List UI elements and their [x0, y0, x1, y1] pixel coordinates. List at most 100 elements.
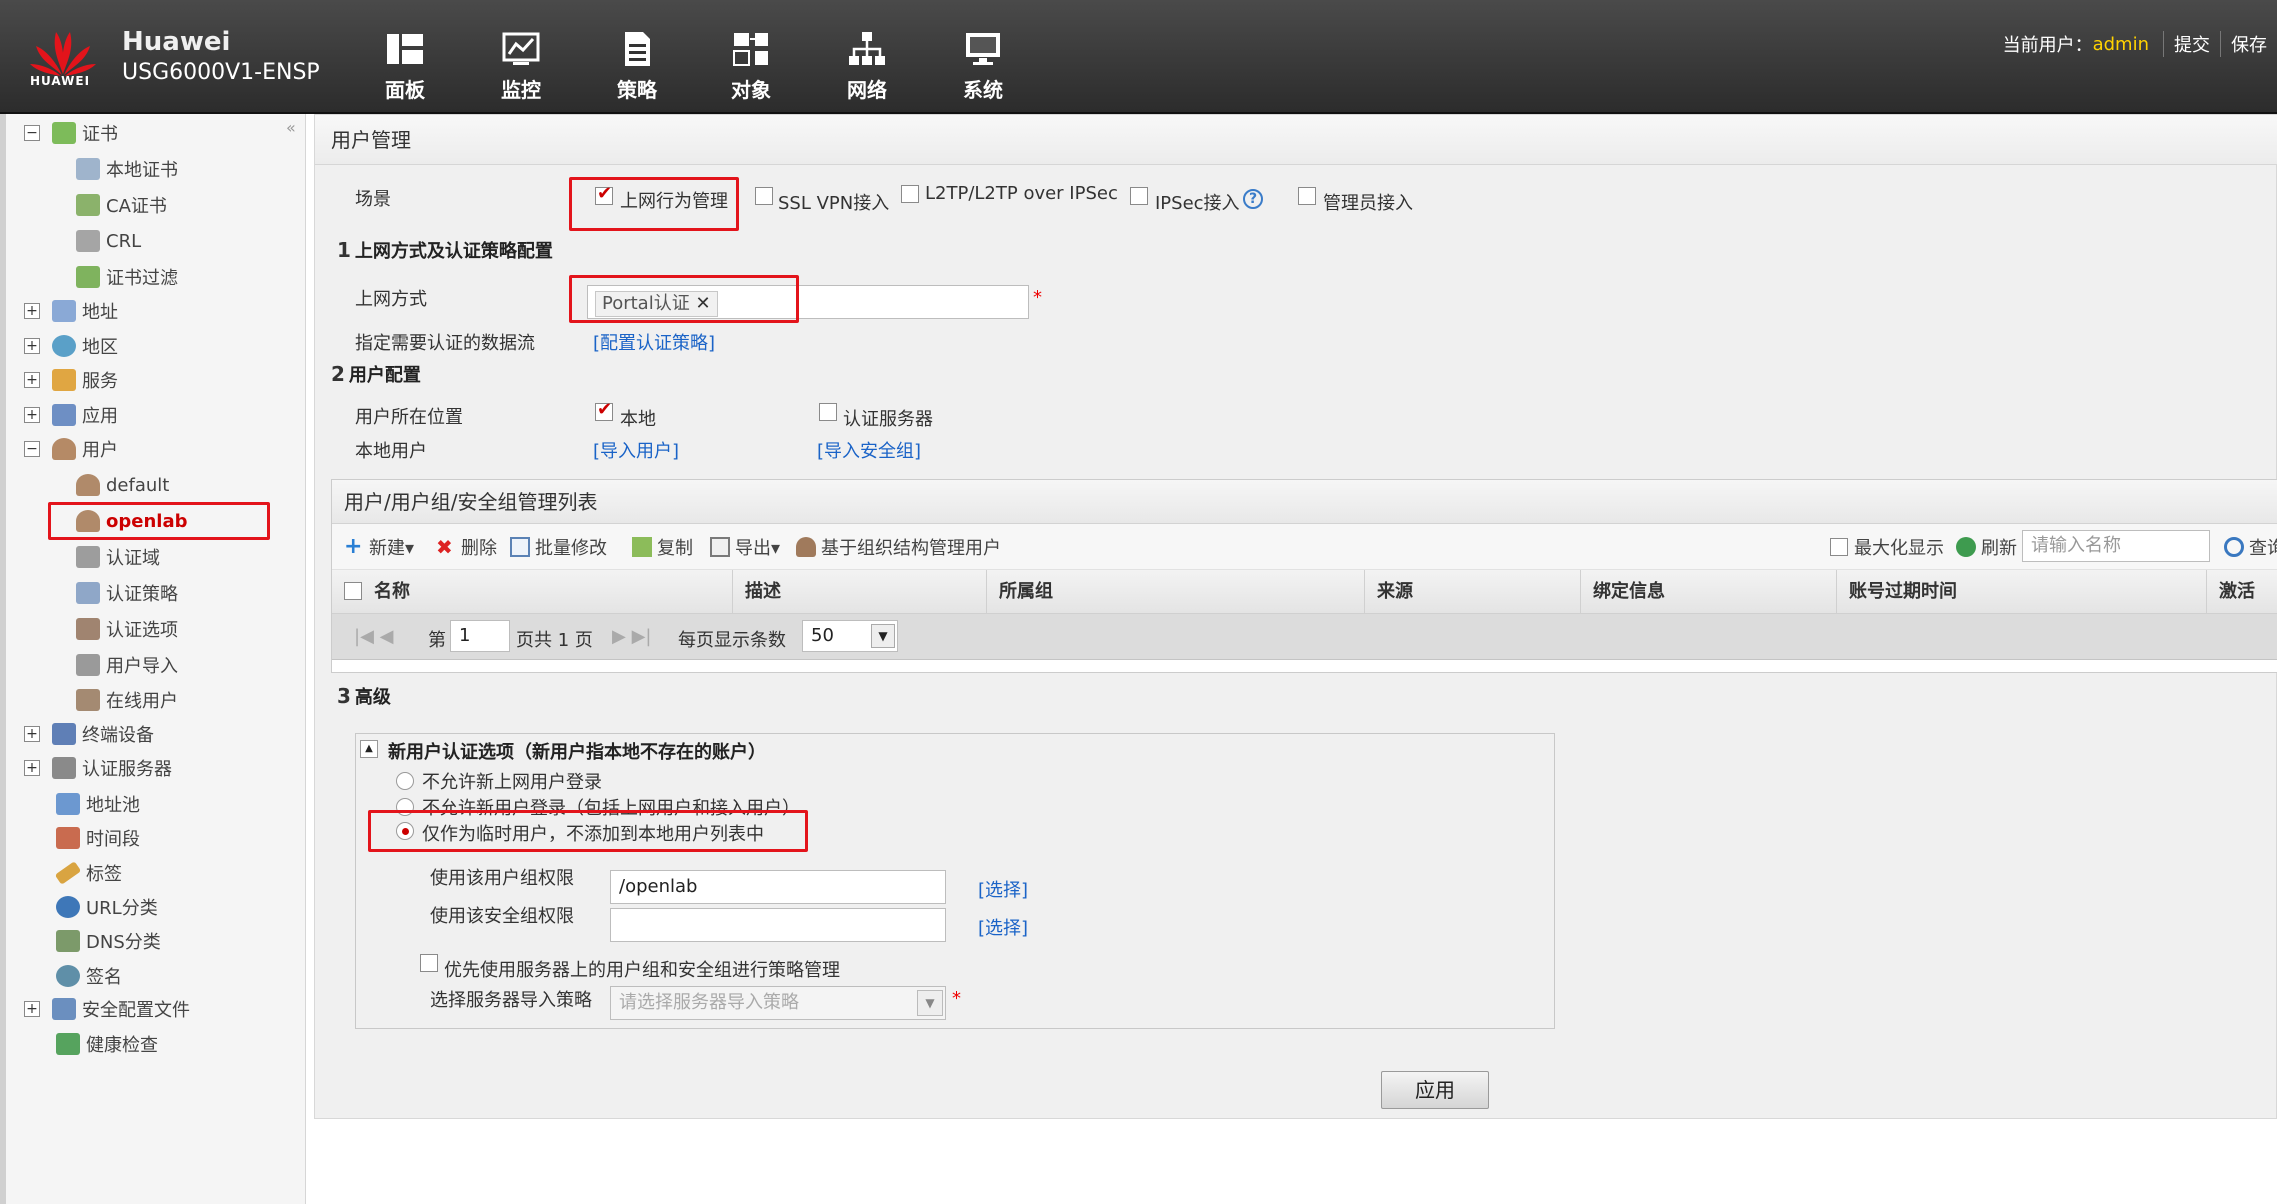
- tree-node-user-import[interactable]: 用户导入: [76, 650, 178, 680]
- secgroup-select-link[interactable]: [选择]: [978, 914, 1028, 940]
- location-local-checkbox[interactable]: [595, 399, 613, 421]
- col-description[interactable]: 描述: [732, 570, 781, 614]
- tree-node-certificate[interactable]: − 证书: [24, 118, 118, 148]
- expand-toggle-icon[interactable]: +: [24, 372, 40, 388]
- nav-system[interactable]: 系统: [948, 30, 1018, 102]
- scene-ssl-vpn-checkbox[interactable]: [755, 187, 773, 205]
- tree-node-address-pool[interactable]: 地址池: [56, 789, 140, 819]
- url-category-icon: [56, 896, 80, 918]
- select-all-checkbox[interactable]: [344, 582, 362, 600]
- export-button[interactable]: 导出▾: [710, 534, 780, 560]
- tree-node-auth-server[interactable]: + 认证服务器: [24, 753, 172, 783]
- submit-button[interactable]: 提交: [2163, 31, 2220, 57]
- tree-node-terminal-device[interactable]: + 终端设备: [24, 719, 154, 749]
- tree-node-signature[interactable]: 签名: [56, 961, 122, 991]
- org-users-icon: [796, 537, 816, 557]
- copy-button[interactable]: 复制: [632, 534, 693, 560]
- new-button[interactable]: + 新建▾: [344, 534, 414, 560]
- scene-l2tp-checkbox[interactable]: [901, 185, 919, 203]
- secgroup-perm-input[interactable]: [610, 908, 946, 942]
- tree-node-user[interactable]: − 用户: [24, 434, 118, 464]
- search-input[interactable]: 请输入名称: [2022, 530, 2210, 562]
- expand-toggle-icon[interactable]: +: [24, 726, 40, 742]
- prefer-server-checkbox[interactable]: [420, 954, 438, 972]
- tree-node-auth-policy[interactable]: 认证策略: [76, 578, 178, 608]
- remove-tag-icon[interactable]: ✕: [695, 293, 710, 314]
- group-select-link[interactable]: [选择]: [978, 876, 1028, 902]
- expand-toggle-icon[interactable]: +: [24, 407, 40, 423]
- tree-node-crl[interactable]: CRL: [76, 226, 141, 256]
- org-structure-button[interactable]: 基于组织结构管理用户: [796, 534, 1001, 560]
- expand-toggle-icon[interactable]: +: [24, 760, 40, 776]
- nav-object[interactable]: 对象: [716, 30, 786, 102]
- help-icon[interactable]: ?: [1243, 189, 1263, 209]
- tree-node-region[interactable]: + 地区: [24, 331, 118, 361]
- option-no-new-internet-user-radio[interactable]: [396, 772, 414, 790]
- tree-node-time-range[interactable]: 时间段: [56, 823, 140, 853]
- tree-node-auth-domain[interactable]: 认证域: [76, 542, 160, 572]
- tree-node-tag[interactable]: 标签: [54, 858, 122, 888]
- nav-network[interactable]: 网络: [832, 30, 902, 102]
- tree-node-address[interactable]: + 地址: [24, 296, 118, 326]
- expand-toggle-icon[interactable]: +: [24, 303, 40, 319]
- col-source[interactable]: 来源: [1364, 570, 1413, 614]
- collapse-icon[interactable]: ▲: [360, 740, 378, 758]
- tree-node-online-user[interactable]: 在线用户: [76, 685, 178, 715]
- location-server-label: 认证服务器: [843, 409, 933, 430]
- pagination-bar: |◀ ◀ 第 1 页共 1 页 ▶ ▶| 每页显示条数 50 ▼: [332, 614, 2277, 660]
- group-perm-input[interactable]: /openlab: [610, 870, 946, 904]
- tree-node-ca-certificate[interactable]: CA证书: [76, 190, 167, 220]
- collapse-sidebar-icon[interactable]: «: [286, 118, 296, 137]
- page-number-input[interactable]: 1: [450, 620, 510, 652]
- import-policy-select[interactable]: 请选择服务器导入策略 ▼: [610, 986, 946, 1020]
- nav-dashboard[interactable]: 面板: [370, 30, 440, 102]
- location-server-checkbox[interactable]: [819, 403, 837, 421]
- scene-ipsec-checkbox[interactable]: [1130, 187, 1148, 205]
- col-active[interactable]: 激活: [2206, 570, 2255, 614]
- chevron-down-icon[interactable]: ▼: [871, 624, 895, 648]
- delete-button[interactable]: ✖ 删除: [436, 534, 497, 560]
- nav-policy[interactable]: 策略: [602, 30, 672, 102]
- query-button[interactable]: 查询: [2224, 534, 2277, 560]
- tree-node-auth-option[interactable]: 认证选项: [76, 614, 178, 644]
- page-size-select[interactable]: 50 ▼: [802, 620, 898, 652]
- collapse-toggle-icon[interactable]: −: [24, 441, 40, 457]
- tree-node-openlab[interactable]: openlab: [76, 506, 187, 536]
- col-expiry[interactable]: 账号过期时间: [1836, 570, 1957, 614]
- configure-auth-policy-link[interactable]: [配置认证策略]: [593, 329, 715, 355]
- tree-node-dns-category[interactable]: DNS分类: [56, 926, 161, 956]
- first-page-icon[interactable]: |◀ ◀: [354, 626, 393, 647]
- col-group[interactable]: 所属组: [986, 570, 1053, 614]
- portal-auth-tag[interactable]: Portal认证 ✕: [595, 291, 718, 317]
- batch-edit-button[interactable]: 批量修改: [510, 534, 607, 560]
- tree-node-security-profile[interactable]: + 安全配置文件: [24, 994, 190, 1024]
- scene-internet-behavior-checkbox[interactable]: [595, 183, 613, 205]
- tree-node-url-category[interactable]: URL分类: [56, 892, 158, 922]
- expand-toggle-icon[interactable]: +: [24, 338, 40, 354]
- col-binding[interactable]: 绑定信息: [1580, 570, 1665, 614]
- save-button[interactable]: 保存: [2220, 31, 2277, 57]
- col-name[interactable]: 名称: [362, 570, 410, 614]
- collapse-toggle-icon[interactable]: −: [24, 125, 40, 141]
- next-page-icon[interactable]: ▶ ▶|: [612, 626, 651, 647]
- tree-node-default[interactable]: default: [76, 470, 169, 500]
- tree-node-service[interactable]: + 服务: [24, 365, 118, 395]
- refresh-button[interactable]: 刷新: [1956, 534, 2017, 560]
- tree-node-application[interactable]: + 应用: [24, 400, 118, 430]
- maximize-checkbox[interactable]: [1830, 538, 1848, 556]
- tree-node-local-certificate[interactable]: 本地证书: [76, 154, 178, 184]
- nav-monitor[interactable]: 监控: [486, 30, 556, 102]
- data-flow-label: 指定需要认证的数据流: [355, 333, 535, 354]
- expand-toggle-icon[interactable]: +: [24, 1001, 40, 1017]
- time-range-icon: [56, 827, 80, 849]
- chevron-down-icon[interactable]: ▼: [917, 990, 943, 1016]
- apply-button[interactable]: 应用: [1381, 1071, 1489, 1109]
- import-user-link[interactable]: [导入用户]: [593, 437, 679, 463]
- scene-admin-checkbox[interactable]: [1298, 187, 1316, 205]
- option-temp-user-radio[interactable]: [396, 822, 414, 840]
- table-header: 名称 描述 所属组 来源 绑定信息 账号过期时间 激活: [332, 570, 2277, 614]
- tree-node-certificate-filter[interactable]: 证书过滤: [76, 262, 178, 292]
- import-security-group-link[interactable]: [导入安全组]: [817, 437, 921, 463]
- tree-node-health-check[interactable]: 健康检查: [56, 1029, 158, 1059]
- user-icon: [52, 438, 76, 460]
